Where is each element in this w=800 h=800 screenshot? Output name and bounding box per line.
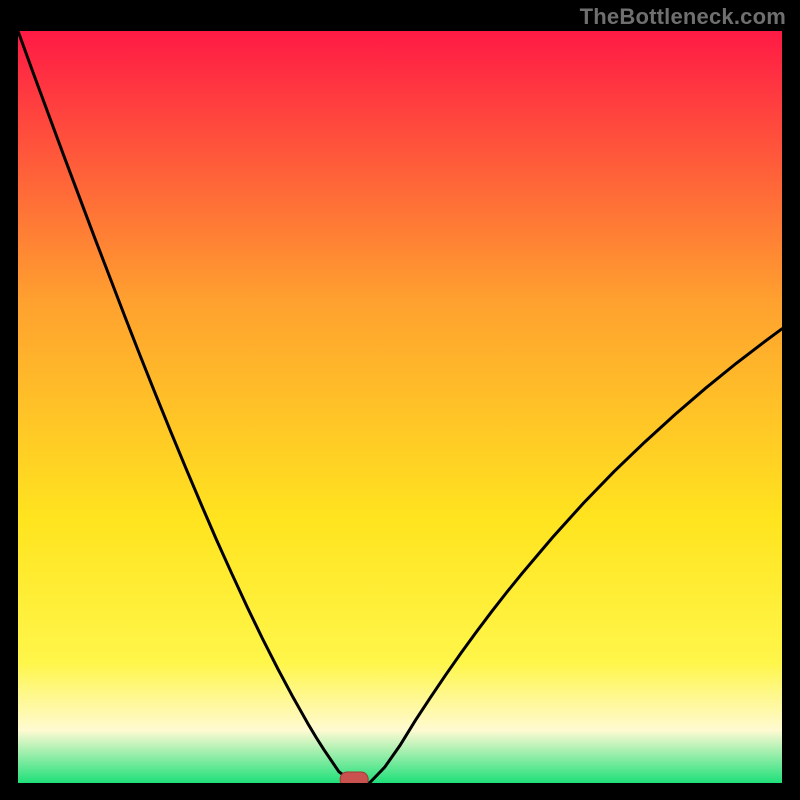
chart-svg — [18, 31, 782, 783]
gradient-background — [18, 31, 782, 783]
watermark-text: TheBottleneck.com — [580, 4, 786, 30]
optimal-point-marker — [340, 772, 368, 783]
chart-frame: TheBottleneck.com — [0, 0, 800, 800]
plot-area — [18, 31, 782, 783]
